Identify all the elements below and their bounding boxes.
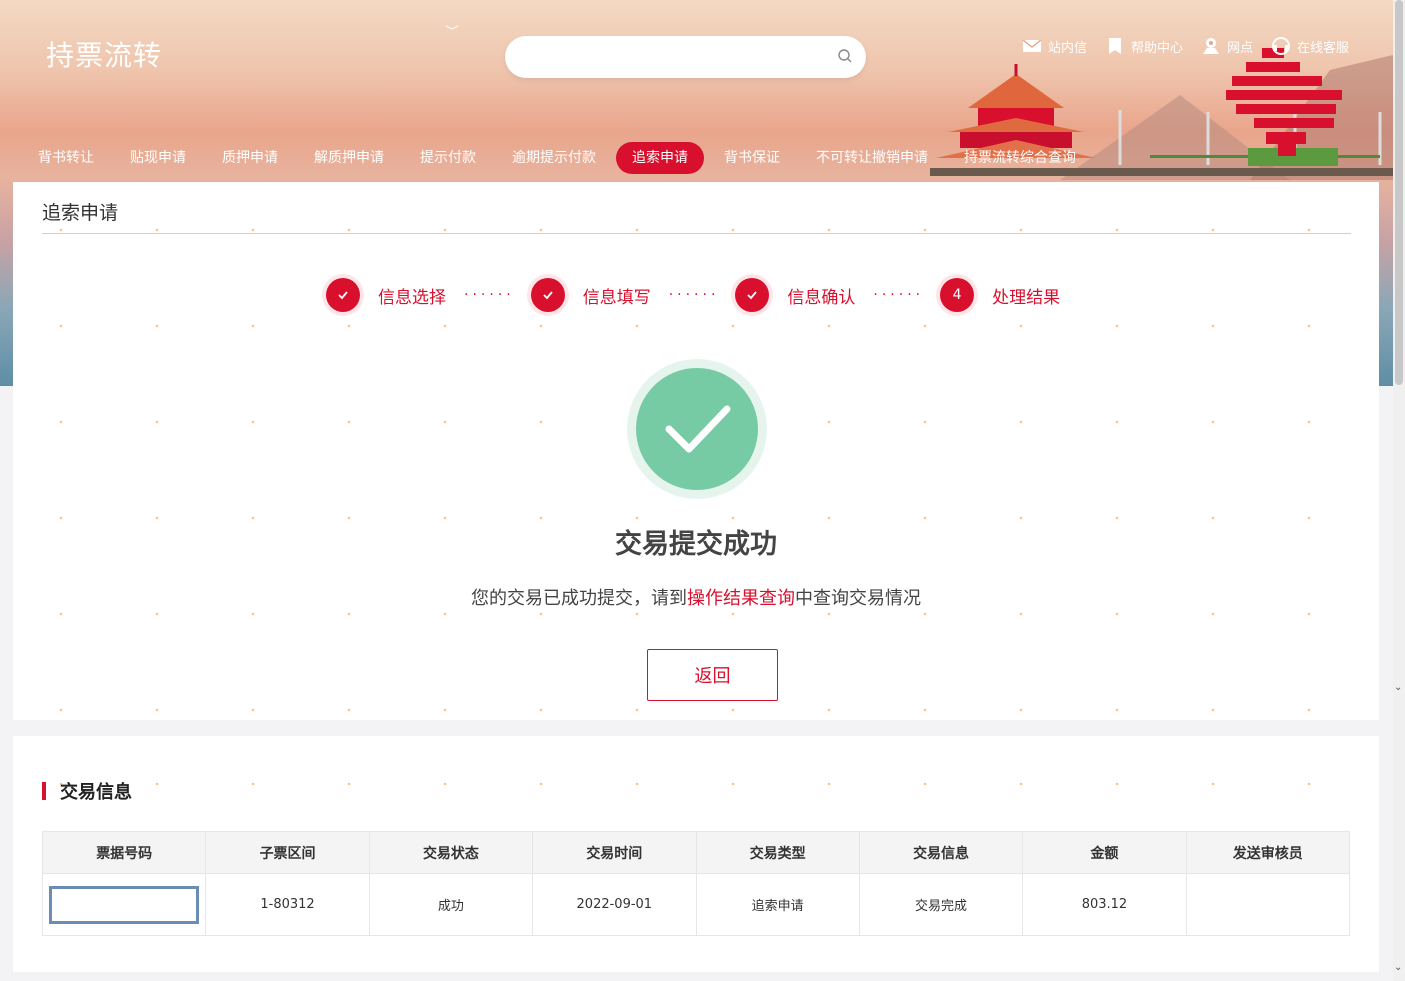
- search-bar[interactable]: [505, 36, 866, 78]
- message-prefix: 您的交易已成功提交，请到: [471, 588, 687, 609]
- nav-item-non-transferable[interactable]: 不可转让撤销申请: [800, 142, 944, 174]
- table-header-row: 票据号码 子票区间 交易状态 交易时间 交易类型 交易信息 金额 发送审核员: [41, 831, 1351, 874]
- top-link-help[interactable]: 帮助中心: [1105, 36, 1183, 56]
- mail-icon: [1022, 39, 1042, 52]
- step-connector: ······: [464, 287, 515, 303]
- search-icon[interactable]: [838, 49, 852, 63]
- top-link-label: 在线客服: [1296, 40, 1349, 56]
- chevron-down-icon[interactable]: ⌄: [1394, 682, 1402, 693]
- column-header: 交易状态: [368, 831, 534, 874]
- check-icon: [735, 278, 770, 312]
- step-confirm: 信息确认: [735, 278, 855, 312]
- type-cell: 追索申请: [695, 873, 860, 936]
- transaction-table: 票据号码 子票区间 交易状态 交易时间 交易类型 交易信息 金额 发送审核员 1…: [41, 831, 1351, 936]
- title-divider: [42, 233, 1351, 234]
- step-connector: ······: [873, 287, 925, 303]
- result-card: 追索申请 信息选择 ······ 信息填写 ······ 信息确认 ······…: [13, 182, 1379, 720]
- main-nav: 背书转让 贴现申请 质押申请 解质押申请 提示付款 逾期提示付款 追索申请 背书…: [22, 142, 1096, 174]
- step-label: 信息确认: [787, 287, 856, 308]
- step-select: 信息选择: [326, 278, 446, 312]
- nav-item-guarantee[interactable]: 背书保证: [708, 142, 796, 174]
- column-header: 交易类型: [695, 831, 860, 874]
- step-number: 4: [940, 278, 975, 312]
- step-fill: 信息填写: [530, 278, 651, 312]
- ticket-number-cell: [41, 873, 207, 936]
- info-cell: 交易完成: [858, 873, 1024, 936]
- step-label: 信息选择: [378, 287, 446, 308]
- step-result: 4 处理结果: [940, 278, 1060, 312]
- nav-item-query[interactable]: 持票流转综合查询: [948, 142, 1092, 174]
- nav-item-discount[interactable]: 贴现申请: [114, 142, 202, 174]
- top-link-service[interactable]: 在线客服: [1271, 36, 1349, 56]
- column-header: 交易时间: [532, 831, 697, 874]
- section-title: 交易信息: [42, 778, 132, 804]
- success-title: 交易提交成功: [615, 529, 777, 560]
- success-message: 您的交易已成功提交，请到操作结果查询中查询交易情况: [13, 584, 1379, 610]
- page-scrollbar[interactable]: ⌄ ⌄: [1393, 0, 1405, 981]
- column-header: 交易信息: [858, 831, 1024, 874]
- check-icon: [530, 278, 565, 312]
- column-header: 发送审核员: [1185, 831, 1351, 874]
- operation-result-link[interactable]: 操作结果查询: [687, 588, 795, 609]
- bookmark-icon: [1108, 38, 1121, 54]
- step-label: 信息填写: [582, 287, 651, 308]
- back-button[interactable]: 返回: [647, 649, 778, 701]
- page-title: 追索申请: [42, 202, 119, 224]
- section-title-text: 交易信息: [60, 782, 132, 803]
- column-header: 子票区间: [205, 831, 370, 874]
- top-links: 站内信 帮助中心 网点 在线客服: [1022, 36, 1349, 56]
- ticket-number-field[interactable]: [49, 885, 200, 924]
- column-header: 金额: [1022, 831, 1187, 874]
- top-link-branch[interactable]: 网点: [1201, 36, 1253, 56]
- nav-item-endorse[interactable]: 背书转让: [22, 142, 110, 174]
- check-icon: [326, 278, 360, 312]
- step-label: 处理结果: [992, 287, 1061, 308]
- nav-item-unpledge[interactable]: 解质押申请: [298, 142, 400, 174]
- transaction-card: 交易信息 票据号码 子票区间 交易状态 交易时间 交易类型 交易信息 金额 发送…: [13, 736, 1379, 972]
- sub-range-cell: 1-80312: [205, 873, 370, 936]
- time-cell: 2022-09-01: [532, 873, 697, 936]
- nav-item-overdue-payment[interactable]: 逾期提示付款: [496, 142, 612, 174]
- column-header: 票据号码: [41, 831, 207, 874]
- table-row: 1-80312 成功 2022-09-01 追索申请 交易完成 803.12: [41, 873, 1351, 936]
- top-link-label: 站内信: [1047, 40, 1087, 56]
- progress-steps: 信息选择 ······ 信息填写 ······ 信息确认 ······ 4 处理…: [326, 278, 1060, 312]
- scrollbar-thumb[interactable]: [1395, 0, 1403, 385]
- nav-item-recourse[interactable]: 追索申请: [616, 142, 704, 174]
- amount-cell: 803.12: [1022, 873, 1187, 936]
- message-suffix: 中查询交易情况: [795, 588, 921, 609]
- nav-item-pledge[interactable]: 质押申请: [206, 142, 294, 174]
- headset-icon: [1271, 37, 1290, 55]
- top-link-label: 帮助中心: [1130, 40, 1183, 56]
- map-pin-icon: [1202, 38, 1219, 54]
- app-title: 持票流转: [46, 39, 163, 72]
- nav-item-payment-prompt[interactable]: 提示付款: [404, 142, 492, 174]
- section-accent-bar: [42, 782, 46, 800]
- chevron-down-icon[interactable]: ⌄: [1394, 962, 1402, 973]
- reviewer-cell: [1185, 873, 1351, 936]
- success-check-icon: [636, 368, 758, 490]
- top-link-mail[interactable]: 站内信: [1022, 36, 1087, 56]
- status-cell: 成功: [368, 873, 534, 936]
- step-connector: ······: [668, 287, 720, 303]
- top-link-label: 网点: [1226, 40, 1253, 56]
- success-badge: [627, 359, 767, 499]
